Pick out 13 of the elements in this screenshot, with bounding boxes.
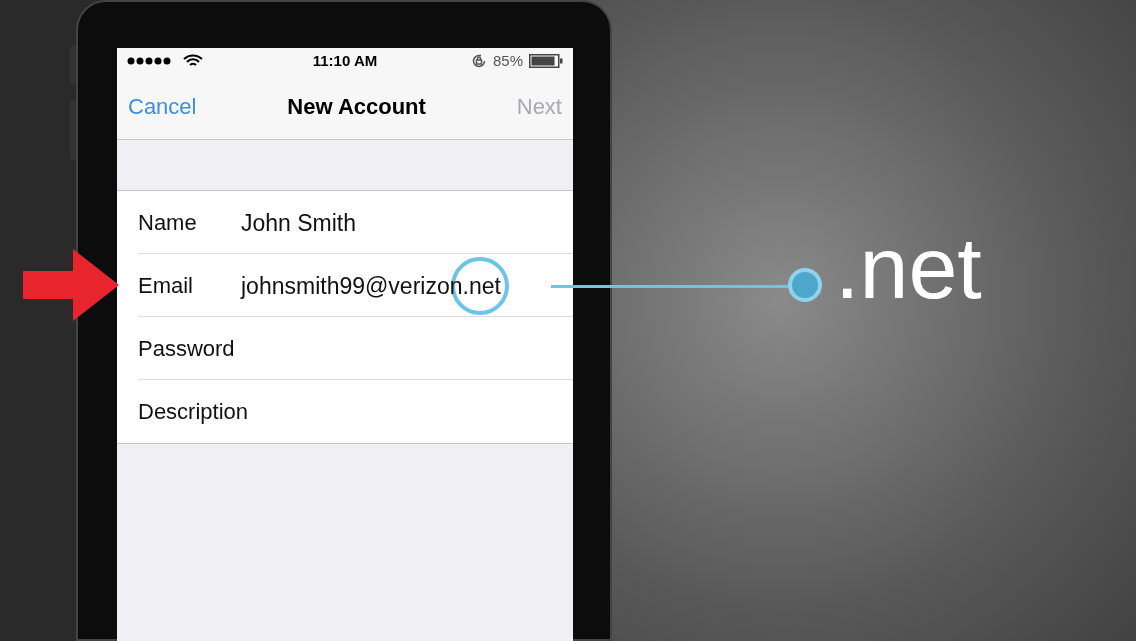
callout-text: .net bbox=[835, 224, 982, 312]
field-label: Description bbox=[138, 397, 250, 426]
field-label: Email bbox=[138, 271, 194, 300]
wifi-icon bbox=[183, 54, 203, 68]
field-label: Name bbox=[138, 208, 198, 237]
screen-title: New Account bbox=[286, 93, 427, 121]
status-time: 11:10 AM bbox=[312, 50, 378, 71]
arrow-icon bbox=[23, 249, 119, 321]
battery-percent: 85% bbox=[492, 50, 523, 71]
rotation-lock-icon bbox=[470, 53, 487, 69]
field-value[interactable]: John Smith bbox=[241, 209, 357, 236]
field-label: Password bbox=[138, 334, 236, 363]
battery-icon bbox=[529, 54, 563, 68]
